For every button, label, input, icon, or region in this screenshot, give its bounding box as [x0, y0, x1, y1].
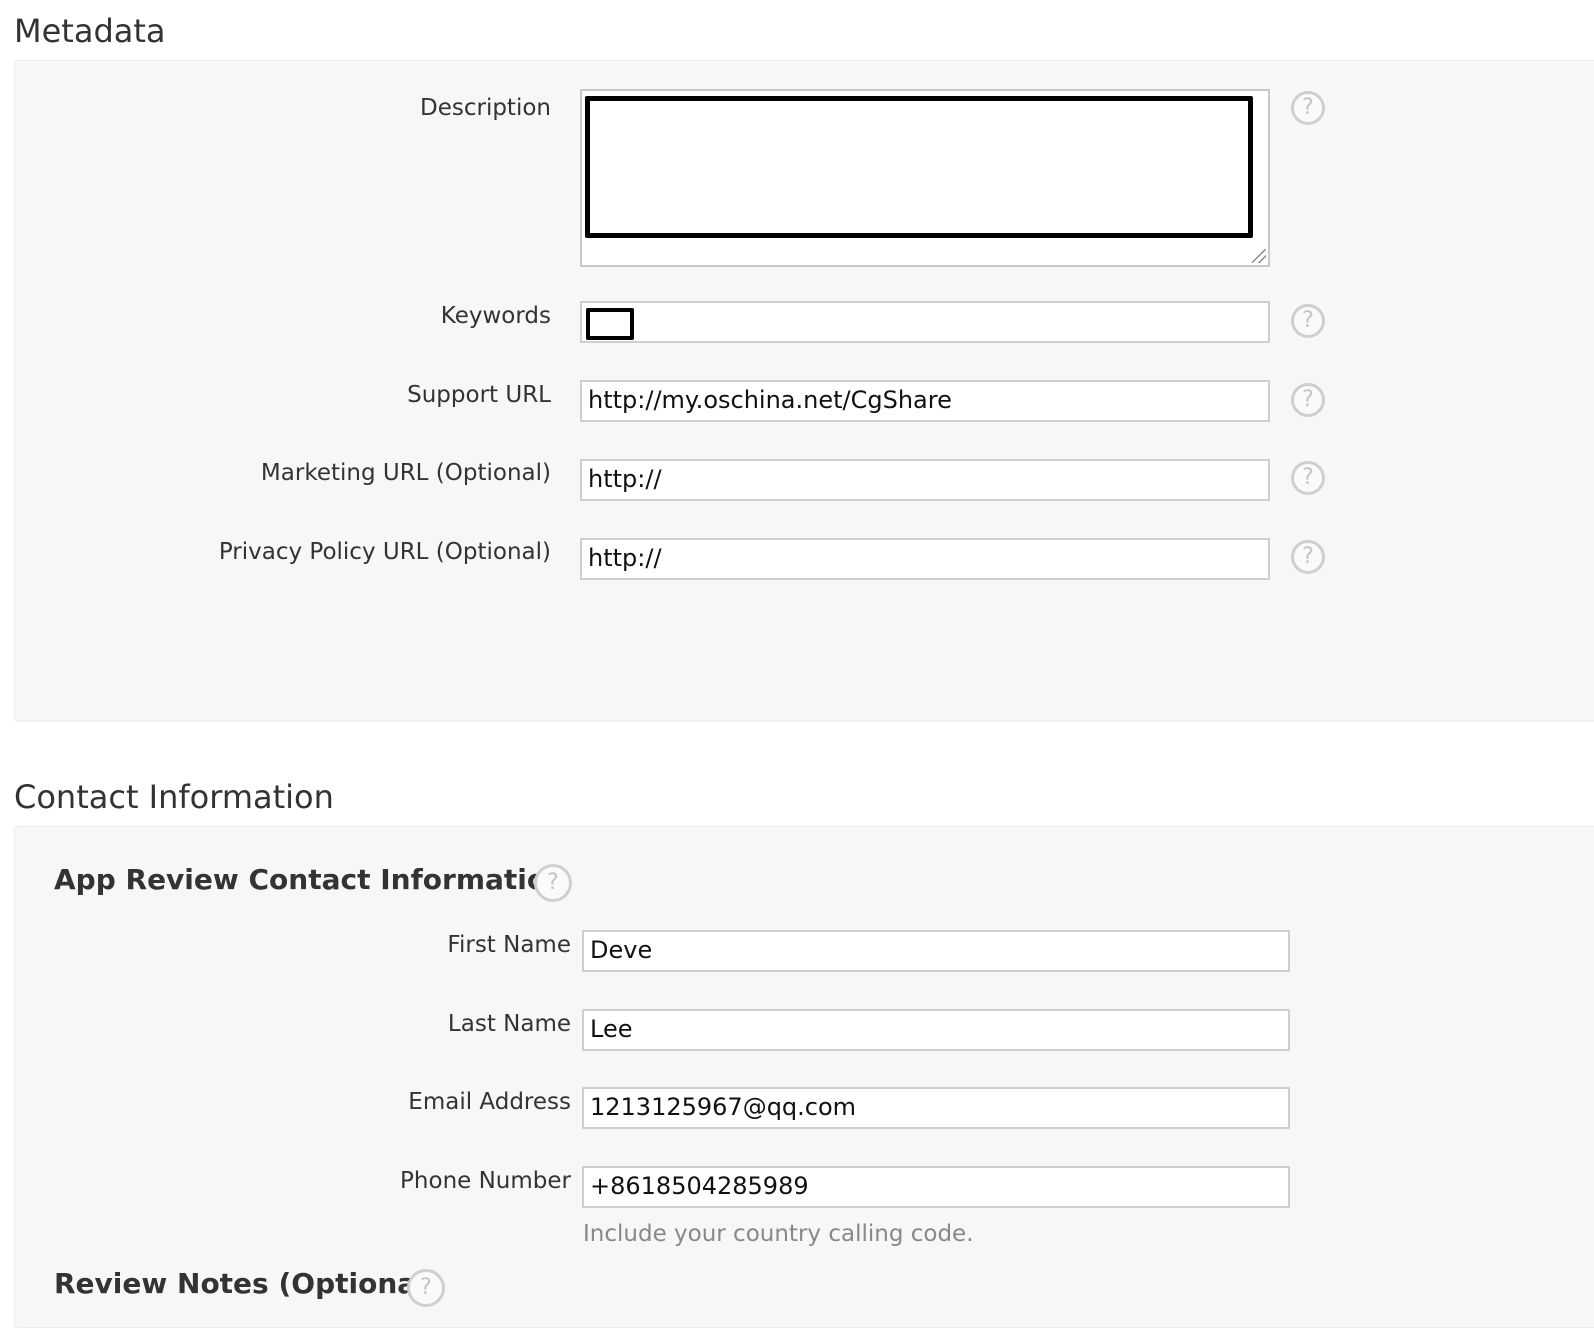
description-textarea[interactable]: [580, 89, 1270, 267]
privacy-url-label: Privacy Policy URL (Optional): [218, 539, 551, 565]
app-review-contact-title: App Review Contact Information: [54, 863, 567, 896]
marketing-url-label: Marketing URL (Optional): [260, 460, 551, 486]
keywords-label: Keywords: [440, 303, 551, 329]
metadata-section-title: Metadata: [14, 12, 166, 50]
support-url-help-icon[interactable]: ?: [1291, 383, 1325, 417]
review-notes-title: Review Notes (Optional): [54, 1267, 439, 1300]
support-url-input[interactable]: http://my.oschina.net/CgShare: [580, 380, 1270, 422]
resize-handle-icon[interactable]: [1252, 249, 1266, 263]
last-name-label: Last Name: [447, 1011, 571, 1037]
last-name-input[interactable]: Lee: [582, 1009, 1290, 1051]
marketing-url-input[interactable]: http://: [580, 459, 1270, 501]
marketing-url-help-icon[interactable]: ?: [1291, 461, 1325, 495]
first-name-input[interactable]: Deve: [582, 930, 1290, 972]
review-notes-help-icon[interactable]: ?: [407, 1269, 445, 1307]
keywords-help-icon[interactable]: ?: [1291, 304, 1325, 338]
privacy-url-help-icon[interactable]: ?: [1291, 540, 1325, 574]
email-input[interactable]: 1213125967@qq.com: [582, 1087, 1290, 1129]
description-focus-ring[interactable]: [585, 96, 1253, 238]
phone-hint: Include your country calling code.: [583, 1221, 974, 1247]
description-help-icon[interactable]: ?: [1291, 91, 1325, 125]
contact-panel: App Review Contact Information ? First N…: [14, 826, 1594, 1328]
phone-label: Phone Number: [400, 1168, 571, 1194]
keywords-focus-ring[interactable]: [586, 308, 634, 340]
support-url-label: Support URL: [407, 382, 551, 408]
privacy-url-input[interactable]: http://: [580, 538, 1270, 580]
keywords-input[interactable]: [580, 301, 1270, 343]
contact-section-title: Contact Information: [14, 778, 334, 816]
metadata-panel: Description ? Keywords ? Support URL htt…: [14, 60, 1594, 721]
first-name-label: First Name: [447, 932, 571, 958]
phone-input[interactable]: +8618504285989: [582, 1166, 1290, 1208]
app-review-help-icon[interactable]: ?: [534, 864, 572, 902]
description-label: Description: [420, 95, 551, 121]
email-label: Email Address: [408, 1089, 571, 1115]
